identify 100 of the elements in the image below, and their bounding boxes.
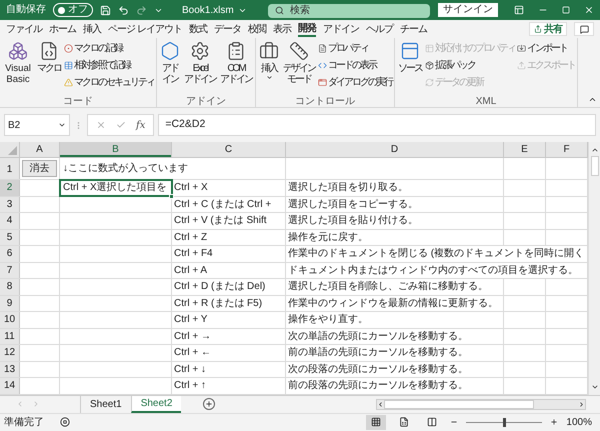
close-icon[interactable] [584, 5, 594, 15]
ribbon-tab[interactable]: 校閲 [248, 21, 266, 37]
scroll-left-icon[interactable] [377, 400, 384, 408]
ribbon-tab[interactable]: 表示 [272, 21, 291, 37]
group-label: コード [63, 96, 93, 107]
zoom-level[interactable]: 100% [566, 414, 592, 430]
sign-in-button[interactable]: サインイン [438, 3, 498, 17]
sheet-tab[interactable]: Sheet2 [130, 396, 182, 412]
ribbon-button[interactable]: デザイン モード [282, 41, 316, 85]
share-button[interactable]: 共有 [529, 22, 567, 36]
column-header[interactable]: E [504, 142, 546, 157]
row-header[interactable]: 6 [0, 246, 20, 262]
file-name-button[interactable]: Book1.xlsm [182, 2, 262, 18]
caret-icon [266, 74, 272, 81]
ribbon-small-button[interactable]: 相対参照で記録 [64, 58, 154, 73]
spreadsheet-cell: Ctrl + D (または Del) [174, 281, 266, 292]
ribbon-tab[interactable]: ホーム [49, 21, 76, 37]
ribbon-display-icon[interactable] [514, 5, 524, 15]
clipboard-list-icon [226, 41, 246, 61]
spreadsheet-cell: Ctrl + ↑ [174, 380, 206, 391]
row-header[interactable]: 9 [0, 296, 20, 311]
row-header[interactable]: 8 [0, 279, 20, 294]
ruler-icon [289, 41, 309, 61]
ribbon-button[interactable]: 挿入 [258, 41, 280, 81]
row-header[interactable]: 14 [0, 378, 20, 394]
ribbon-small-button[interactable]: インポート [517, 41, 575, 56]
ribbon-small-button[interactable]: コードの表示 [318, 58, 392, 73]
fill-handle[interactable] [169, 194, 174, 198]
formula-field[interactable]: =C2&D2 [158, 114, 596, 136]
import-icon [517, 44, 526, 53]
undo-icon[interactable] [118, 4, 129, 16]
ribbon-small-button[interactable]: プロパティ [318, 41, 392, 56]
scroll-thumb[interactable] [384, 400, 534, 408]
horizontal-scrollbar[interactable] [376, 398, 586, 410]
scroll-right-icon[interactable] [578, 400, 585, 408]
status-text: 準備完了 [4, 416, 44, 430]
row-header[interactable]: 2 [0, 180, 20, 196]
ribbon-tab[interactable]: ヘルプ [366, 21, 393, 37]
spreadsheet-cell: 操作を元に戻す。 [288, 232, 368, 242]
zoom-slider-thumb[interactable] [502, 418, 506, 427]
comments-button[interactable] [574, 22, 594, 36]
clear-button[interactable]: 消去 [22, 160, 57, 177]
plus-icon [205, 400, 214, 408]
macro-recording-icon[interactable] [60, 417, 70, 428]
row-header[interactable]: 13 [0, 362, 20, 377]
share-icon [534, 25, 542, 33]
ribbon-tab[interactable]: 数式 [188, 21, 207, 37]
spreadsheet-cell: Ctrl + ← [174, 347, 211, 358]
group-label: アドイン [186, 96, 226, 107]
maximize-icon[interactable] [562, 6, 570, 14]
row-header[interactable]: 12 [0, 345, 20, 360]
scroll-up-icon[interactable] [590, 146, 598, 154]
row-header[interactable]: 10 [0, 312, 20, 328]
ribbon-button[interactable]: COM アドイン [219, 41, 253, 85]
window-icon [318, 78, 327, 87]
ribbon-button[interactable]: Visual Basic [2, 41, 34, 85]
row-header[interactable]: 11 [0, 328, 20, 344]
caret-icon [58, 121, 66, 129]
ribbon-tab[interactable]: チーム [400, 21, 427, 37]
autosave-toggle[interactable]: オフ [53, 3, 93, 17]
refresh-icon [425, 78, 434, 87]
column-header[interactable]: C [172, 142, 286, 157]
ribbon-tab[interactable]: データ [214, 21, 241, 37]
ribbon-small-button[interactable]: ダイアログの実行 [318, 75, 392, 90]
row-header[interactable]: 7 [0, 262, 20, 278]
vertical-scrollbar[interactable] [588, 142, 600, 394]
spreadsheet-cell: 選択した項目を貼り付ける。 [288, 215, 418, 226]
row-header[interactable]: 4 [0, 213, 20, 228]
package-icon [425, 61, 434, 70]
row-header[interactable]: 1 [0, 158, 20, 179]
group-label: XML [476, 96, 496, 107]
add-sheet-button[interactable] [203, 398, 216, 410]
ribbon-tab[interactable]: ページ レイアウト [108, 21, 182, 37]
ribbon-button[interactable]: Excel アドイン [183, 41, 217, 85]
ribbon-button[interactable]: ソース [397, 41, 423, 74]
column-header[interactable]: B [60, 142, 172, 157]
spreadsheet-cell: 選択した項目をコピーする。 [288, 198, 418, 210]
collapse-ribbon-icon[interactable] [588, 95, 597, 104]
grid-view-button[interactable] [366, 414, 386, 430]
ribbon-button[interactable]: アド イン [159, 41, 181, 85]
row-header[interactable]: 3 [0, 196, 20, 212]
spreadsheet-cell: ドキュメント内またはウィンドウ内のすべての項目を選択する。 [288, 264, 578, 276]
ribbon-button[interactable]: マクロ [36, 41, 62, 74]
row-header[interactable]: 5 [0, 230, 20, 245]
name-box[interactable]: B2 [4, 114, 70, 136]
scroll-thumb[interactable] [590, 156, 598, 176]
save-icon[interactable] [100, 4, 111, 16]
table-icon [64, 61, 73, 70]
column-header[interactable]: D [286, 142, 504, 157]
search-field[interactable]: 検索 [268, 4, 430, 18]
ribbon-tab[interactable]: 挿入 [83, 21, 101, 37]
ribbon-small-button[interactable]: マクロのセキュリティ [64, 75, 154, 90]
ribbon-small-button[interactable]: マクロの記録 [64, 41, 154, 56]
spreadsheet-cell: 次の段落の先頭にカーソルを移動する。 [288, 364, 468, 374]
zoom-in-icon[interactable] [550, 418, 558, 426]
spreadsheet-cell: 次の単語の先頭にカーソルを移動する。 [288, 330, 468, 342]
ribbon-tab[interactable]: アドイン [322, 21, 359, 37]
insert-function-button[interactable]: fx [136, 118, 146, 132]
ribbon-tab[interactable]: ファイル [6, 21, 42, 37]
ribbon-small-button[interactable]: 拡張パック [425, 58, 515, 73]
